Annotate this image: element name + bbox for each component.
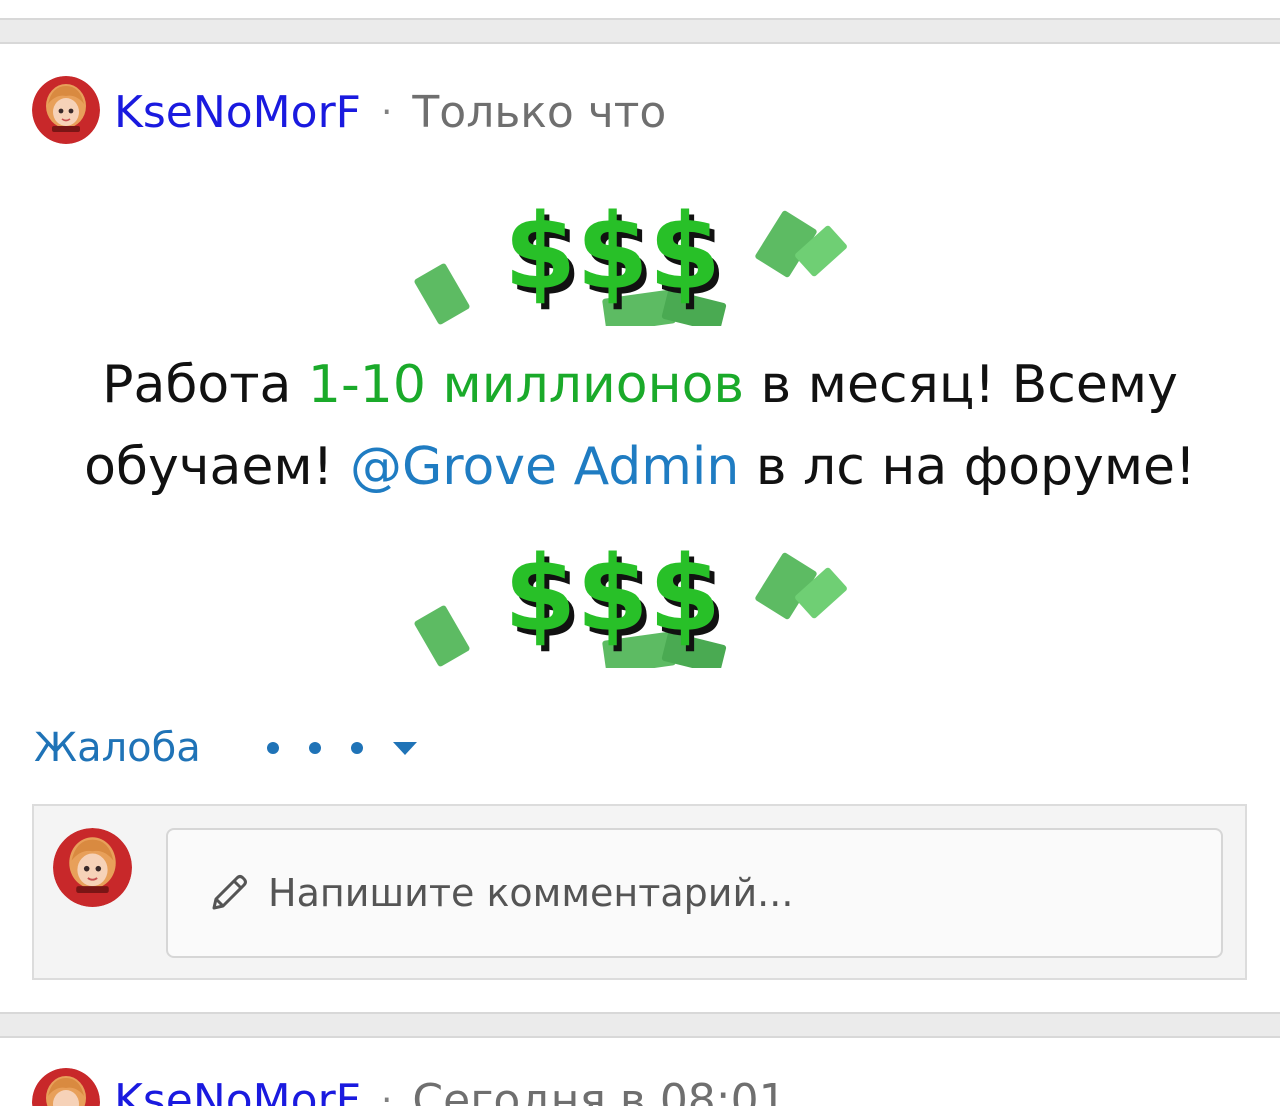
author-avatar[interactable] — [32, 1068, 100, 1106]
svg-text:$$$: $$$ — [504, 533, 721, 655]
meta-separator: · — [380, 91, 393, 133]
author-avatar[interactable] — [32, 76, 100, 144]
feed: KseNoMorF · Только что $$$ $$$ Работа 1-… — [0, 0, 1280, 1106]
svg-text:$$$: $$$ — [504, 191, 721, 313]
meta-separator: · — [380, 1079, 393, 1106]
post-actions: Жалоба — [34, 720, 417, 776]
avatar-icon — [53, 828, 132, 907]
post-header: KseNoMorF · Сегодня в 08:01 — [114, 1072, 787, 1106]
money-image-top: $$$ $$$ — [414, 176, 854, 326]
more-menu-button[interactable] — [266, 741, 417, 755]
post-body: Работа 1-10 миллионов в месяц! Всему обу… — [40, 344, 1240, 508]
author-name[interactable]: KseNoMorF — [114, 1075, 361, 1106]
comment-input[interactable]: Напишите комментарий... — [166, 828, 1223, 958]
money-image-bottom: $$$ $$$ — [414, 518, 854, 668]
more-dots-icon — [350, 742, 363, 754]
comment-placeholder: Напишите комментарий... — [268, 871, 794, 915]
money-icon: $$$ $$$ — [414, 533, 847, 668]
post-text-part: в лс на форуме! — [739, 437, 1196, 497]
post-divider — [0, 18, 1280, 44]
more-dots-icon — [308, 742, 321, 754]
author-name[interactable]: KseNoMorF — [114, 87, 361, 138]
commenter-avatar — [53, 828, 132, 907]
post-text-part: Работа — [102, 355, 308, 415]
post-divider — [0, 1012, 1280, 1038]
more-dots-icon — [266, 742, 279, 754]
post-header: KseNoMorF · Только что — [114, 84, 666, 140]
chevron-down-icon — [392, 741, 417, 755]
post-text-highlight: 1-10 миллионов — [307, 355, 745, 415]
money-icon: $$$ $$$ — [414, 191, 847, 326]
avatar-icon — [32, 76, 100, 144]
post-time[interactable]: Только что — [412, 87, 666, 138]
post-time[interactable]: Сегодня в 08:01 — [412, 1075, 786, 1106]
avatar-icon — [32, 1068, 100, 1106]
report-link[interactable]: Жалоба — [34, 725, 201, 771]
pencil-icon — [206, 870, 252, 916]
user-mention-link[interactable]: @Grove Admin — [350, 437, 739, 497]
